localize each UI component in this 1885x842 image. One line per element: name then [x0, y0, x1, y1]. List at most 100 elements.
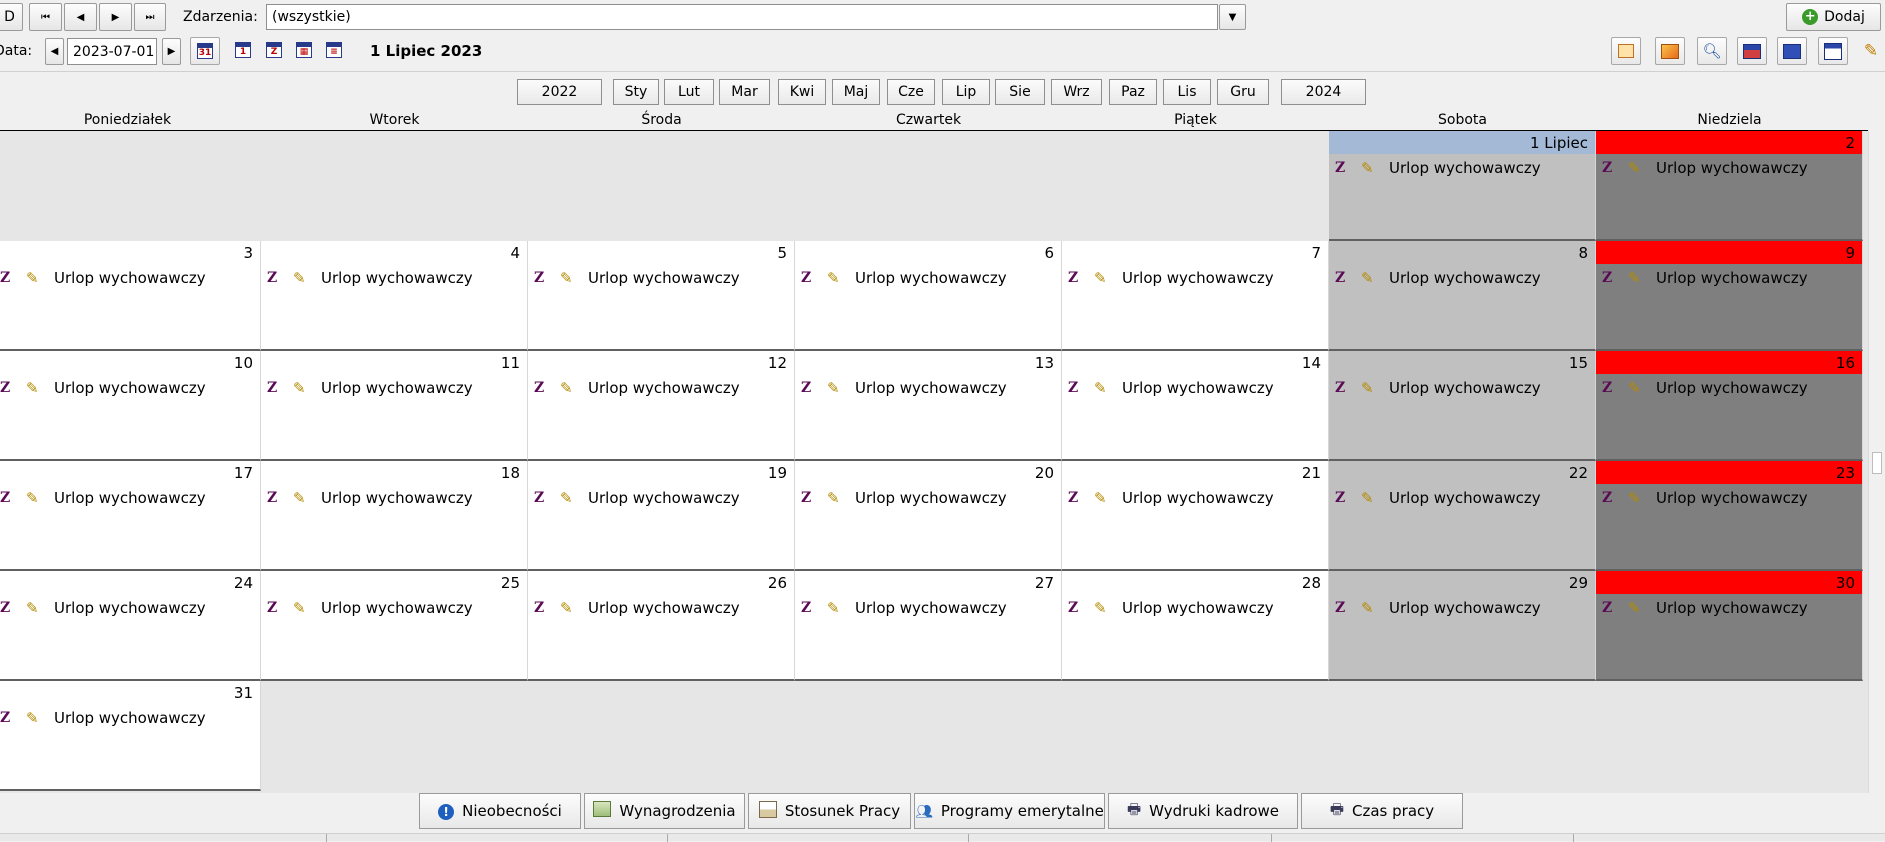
scrollbar-thumb[interactable]: [1872, 452, 1882, 474]
tab-wydruki-kadrowe[interactable]: 🖶 Wydruki kadrowe: [1108, 793, 1298, 829]
calendar-day-cell[interactable]: 26 Z ✎ Urlop wychowawczy: [528, 571, 795, 681]
calendar-event[interactable]: Z ✎ Urlop wychowawczy: [0, 487, 260, 509]
calendar-event[interactable]: Z ✎ Urlop wychowawczy: [1062, 597, 1328, 619]
nav-first-button[interactable]: ⏮: [29, 3, 62, 31]
date-input[interactable]: 2023-07-01: [67, 38, 157, 65]
calendar-day-cell[interactable]: 15 Z ✎ Urlop wychowawczy: [1329, 351, 1596, 461]
calendar-event[interactable]: Z ✎ Urlop wychowawczy: [795, 377, 1061, 399]
calendar-event[interactable]: Z ✎ Urlop wychowawczy: [0, 707, 260, 729]
calendar-day-cell[interactable]: 24 Z ✎ Urlop wychowawczy: [0, 571, 261, 681]
month-button-kwi[interactable]: Kwi: [778, 79, 826, 105]
partial-button[interactable]: D: [0, 3, 23, 31]
calendar-day-cell[interactable]: 3 Z ✎ Urlop wychowawczy: [0, 241, 261, 351]
tab-czas-pracy[interactable]: 🖶 Czas pracy: [1301, 793, 1463, 829]
calendar-day-cell[interactable]: 4 Z ✎ Urlop wychowawczy: [261, 241, 528, 351]
vertical-scrollbar[interactable]: [1868, 131, 1885, 793]
calendar-day-cell[interactable]: 2 Z ✎ Urlop wychowawczy: [1596, 131, 1863, 241]
calendar-event[interactable]: Z ✎ Urlop wychowawczy: [1329, 487, 1595, 509]
calendar-event[interactable]: Z ✎ Urlop wychowawczy: [795, 597, 1061, 619]
month-button-cze[interactable]: Cze: [887, 79, 935, 105]
view-z-button[interactable]: Z: [264, 40, 284, 60]
calendar-event[interactable]: Z ✎ Urlop wychowawczy: [528, 267, 794, 289]
month-button-lut[interactable]: Lut: [664, 79, 714, 105]
month-button-maj[interactable]: Maj: [832, 79, 880, 105]
date-next-button[interactable]: ▶: [162, 38, 181, 65]
calendar-event[interactable]: Z ✎ Urlop wychowawczy: [261, 487, 527, 509]
calendar-event[interactable]: Z ✎ Urlop wychowawczy: [1596, 597, 1862, 619]
month-button-gru[interactable]: Gru: [1217, 79, 1269, 105]
tool-button-2[interactable]: [1655, 37, 1685, 65]
calendar-event[interactable]: Z ✎ Urlop wychowawczy: [1329, 157, 1595, 179]
calendar-day-cell[interactable]: 12 Z ✎ Urlop wychowawczy: [528, 351, 795, 461]
month-button-lip[interactable]: Lip: [942, 79, 990, 105]
month-button-sty[interactable]: Sty: [613, 79, 659, 105]
calendar-day-cell[interactable]: 16 Z ✎ Urlop wychowawczy: [1596, 351, 1863, 461]
nav-last-button[interactable]: ⏭: [134, 3, 166, 31]
calendar-day-cell[interactable]: 14 Z ✎ Urlop wychowawczy: [1062, 351, 1329, 461]
view-list-button[interactable]: ≡: [324, 40, 344, 60]
calendar-day-cell[interactable]: 27 Z ✎ Urlop wychowawczy: [795, 571, 1062, 681]
date-prev-button[interactable]: ◀: [45, 38, 64, 65]
calendar-event[interactable]: Z ✎ Urlop wychowawczy: [261, 597, 527, 619]
calendar-event[interactable]: Z ✎ Urlop wychowawczy: [1329, 377, 1595, 399]
nav-next-button[interactable]: ▶: [99, 3, 132, 31]
calendar-day-cell[interactable]: 31 Z ✎ Urlop wychowawczy: [0, 681, 261, 791]
calendar-button[interactable]: [1818, 37, 1848, 65]
tool-button-1[interactable]: [1611, 37, 1641, 65]
calendar-day-cell[interactable]: 11 Z ✎ Urlop wychowawczy: [261, 351, 528, 461]
calendar-day-cell[interactable]: 9 Z ✎ Urlop wychowawczy: [1596, 241, 1863, 351]
calendar-day-cell[interactable]: 17 Z ✎ Urlop wychowawczy: [0, 461, 261, 571]
tab-stosunek-pracy[interactable]: Stosunek Pracy: [748, 793, 911, 829]
calendar-event[interactable]: Z ✎ Urlop wychowawczy: [261, 267, 527, 289]
calendar-event[interactable]: Z ✎ Urlop wychowawczy: [1596, 377, 1862, 399]
calendar-event[interactable]: Z ✎ Urlop wychowawczy: [1596, 487, 1862, 509]
calendar-day-cell[interactable]: 21 Z ✎ Urlop wychowawczy: [1062, 461, 1329, 571]
calendar-event[interactable]: Z ✎ Urlop wychowawczy: [1329, 597, 1595, 619]
calendar-day-cell[interactable]: 25 Z ✎ Urlop wychowawczy: [261, 571, 528, 681]
events-dropdown-button[interactable]: ▼: [1219, 4, 1246, 30]
calendar-event[interactable]: Z ✎ Urlop wychowawczy: [0, 597, 260, 619]
tab-programy-emerytalne[interactable]: 👥︎ Programy emerytalne: [914, 793, 1105, 829]
calendar-event[interactable]: Z ✎ Urlop wychowawczy: [1062, 487, 1328, 509]
month-button-mar[interactable]: Mar: [719, 79, 770, 105]
year-prev-button[interactable]: 2022: [517, 79, 602, 105]
calendar-event[interactable]: Z ✎ Urlop wychowawczy: [1329, 267, 1595, 289]
year-next-button[interactable]: 2024: [1281, 79, 1366, 105]
calendar-event[interactable]: Z ✎ Urlop wychowawczy: [795, 267, 1061, 289]
calendar-day-cell[interactable]: 20 Z ✎ Urlop wychowawczy: [795, 461, 1062, 571]
month-button-paz[interactable]: Paz: [1109, 79, 1157, 105]
month-button-wrz[interactable]: Wrz: [1051, 79, 1102, 105]
calendar-day-cell[interactable]: 6 Z ✎ Urlop wychowawczy: [795, 241, 1062, 351]
nav-prev-button[interactable]: ◀: [64, 3, 97, 31]
calendar-today-button[interactable]: 31: [190, 37, 220, 65]
events-select[interactable]: (wszystkie): [266, 4, 1218, 30]
calendar-event[interactable]: Z ✎ Urlop wychowawczy: [0, 377, 260, 399]
calendar-event[interactable]: Z ✎ Urlop wychowawczy: [261, 377, 527, 399]
add-button[interactable]: + Dodaj: [1786, 3, 1881, 31]
calendar-event[interactable]: Z ✎ Urlop wychowawczy: [1062, 267, 1328, 289]
tab-nieobecności[interactable]: ! Nieobecności: [419, 793, 581, 829]
calendar-day-cell[interactable]: 13 Z ✎ Urlop wychowawczy: [795, 351, 1062, 461]
calendar-event[interactable]: Z ✎ Urlop wychowawczy: [1062, 377, 1328, 399]
calendar-day-cell[interactable]: 5 Z ✎ Urlop wychowawczy: [528, 241, 795, 351]
calendar-event[interactable]: Z ✎ Urlop wychowawczy: [528, 377, 794, 399]
calendar-day-cell[interactable]: 18 Z ✎ Urlop wychowawczy: [261, 461, 528, 571]
calendar-event[interactable]: Z ✎ Urlop wychowawczy: [1596, 157, 1862, 179]
calendar-day-cell[interactable]: 19 Z ✎ Urlop wychowawczy: [528, 461, 795, 571]
edit-button[interactable]: ✎: [1857, 37, 1885, 65]
calendar-day-cell[interactable]: 23 Z ✎ Urlop wychowawczy: [1596, 461, 1863, 571]
calendar-day-cell[interactable]: 29 Z ✎ Urlop wychowawczy: [1329, 571, 1596, 681]
month-button-sie[interactable]: Sie: [995, 79, 1045, 105]
search-button[interactable]: 🔍︎: [1697, 37, 1727, 65]
view-month-button[interactable]: ▦: [294, 40, 314, 60]
calendar-event[interactable]: Z ✎ Urlop wychowawczy: [528, 487, 794, 509]
calendar-day-cell[interactable]: 30 Z ✎ Urlop wychowawczy: [1596, 571, 1863, 681]
calendar-event[interactable]: Z ✎ Urlop wychowawczy: [0, 267, 260, 289]
calendar-event[interactable]: Z ✎ Urlop wychowawczy: [795, 487, 1061, 509]
tab-wynagrodzenia[interactable]: Wynagrodzenia: [584, 793, 745, 829]
tool-button-4[interactable]: [1737, 37, 1767, 65]
calendar-day-cell[interactable]: 28 Z ✎ Urlop wychowawczy: [1062, 571, 1329, 681]
calendar-day-cell[interactable]: 7 Z ✎ Urlop wychowawczy: [1062, 241, 1329, 351]
view-day-button[interactable]: 1: [233, 40, 253, 60]
calendar-day-cell[interactable]: 1 Lipiec Z ✎ Urlop wychowawczy: [1329, 131, 1596, 241]
